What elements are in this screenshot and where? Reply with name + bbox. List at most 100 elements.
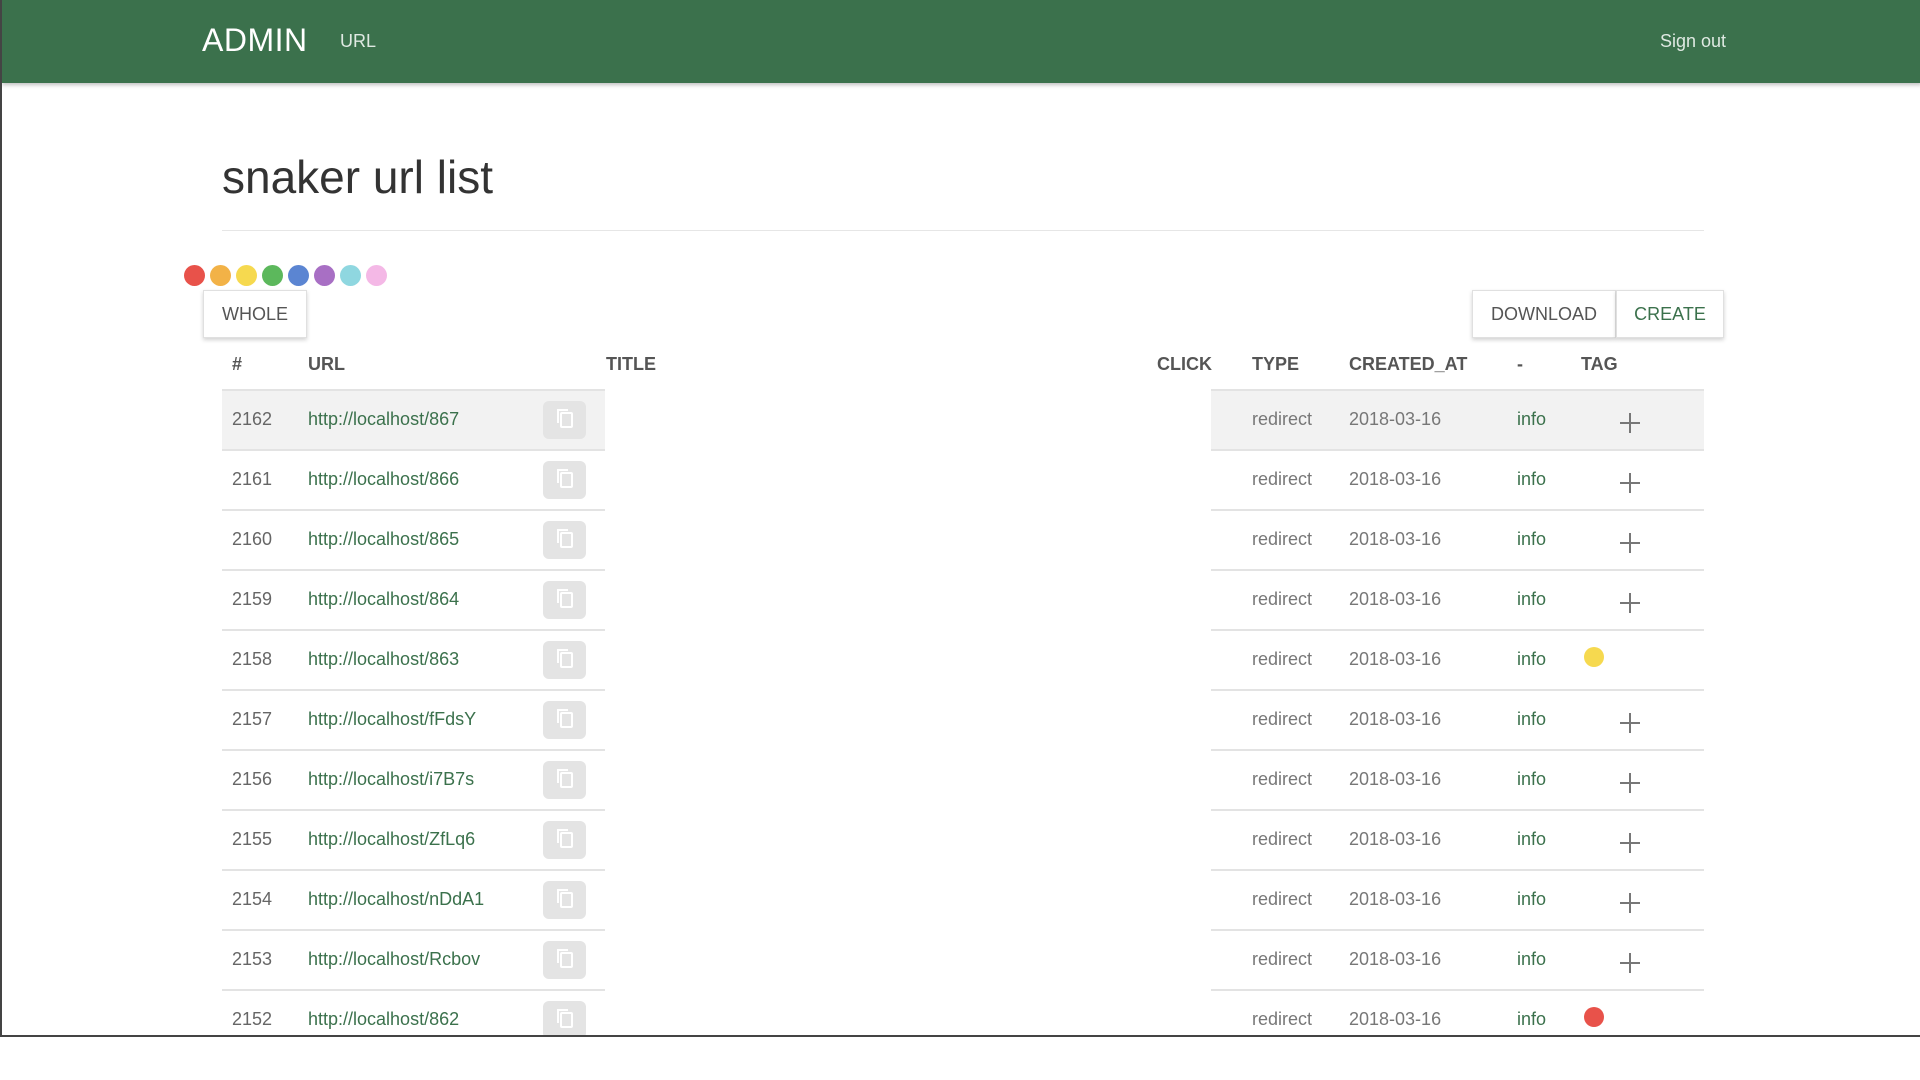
row-type: redirect [1252, 889, 1313, 909]
row-info-link[interactable]: info [1517, 769, 1546, 790]
copy-url-button[interactable] [543, 521, 586, 559]
row-type: redirect [1252, 649, 1313, 669]
row-info-link[interactable]: info [1517, 709, 1546, 730]
copy-icon [555, 647, 575, 674]
row-id: 2162 [232, 409, 273, 429]
row-created-at: 2018-03-16 [1349, 829, 1442, 849]
row-type: redirect [1252, 409, 1313, 429]
add-tag-icon[interactable] [1620, 713, 1640, 733]
row-url-link[interactable]: http://localhost/863 [308, 649, 459, 670]
table-row: 2159 http://localhost/864 redirect 2018-03-… [222, 571, 1704, 631]
add-tag-icon[interactable] [1620, 413, 1640, 433]
row-info-link[interactable]: info [1517, 529, 1546, 550]
row-url-link[interactable]: http://localhost/864 [308, 589, 459, 610]
copy-url-button[interactable] [543, 821, 586, 859]
add-tag-icon[interactable] [1620, 593, 1640, 613]
copy-icon [555, 767, 575, 794]
header-title: TITLE [606, 354, 656, 374]
row-type: redirect [1252, 709, 1313, 729]
add-tag-icon[interactable] [1620, 533, 1640, 553]
row-id: 2160 [232, 529, 273, 549]
row-url-link[interactable]: http://localhost/862 [308, 1009, 459, 1030]
whole-button[interactable]: WHOLE [203, 290, 307, 338]
row-url-link[interactable]: http://localhost/nDdA1 [308, 889, 484, 910]
row-info-link[interactable]: info [1517, 589, 1546, 610]
color-filter-dot[interactable] [288, 265, 309, 286]
table-row: 2156 http://localhost/i7B7s redirect 2018-0… [222, 751, 1704, 811]
color-filter-dot[interactable] [236, 265, 257, 286]
color-filter-dot[interactable] [184, 265, 205, 286]
header-click: CLICK [1157, 354, 1212, 374]
row-created-at: 2018-03-16 [1349, 769, 1442, 789]
copy-icon [555, 467, 575, 494]
create-button[interactable]: CREATE [1616, 290, 1724, 338]
copy-icon [555, 827, 575, 854]
row-created-at: 2018-03-16 [1349, 409, 1442, 429]
copy-url-button[interactable] [543, 761, 586, 799]
color-filter-dot[interactable] [340, 265, 361, 286]
copy-url-button[interactable] [543, 641, 586, 679]
row-url-link[interactable]: http://localhost/865 [308, 529, 459, 550]
copy-url-button[interactable] [543, 461, 586, 499]
tag-dot[interactable] [1584, 647, 1604, 667]
copy-url-button[interactable] [543, 881, 586, 919]
color-filter-dot[interactable] [314, 265, 335, 286]
row-url-link[interactable]: http://localhost/i7B7s [308, 769, 474, 790]
page-title: snaker url list [222, 151, 493, 203]
row-url-link[interactable]: http://localhost/Rcbov [308, 949, 480, 970]
color-filter [184, 265, 387, 287]
tag-dot[interactable] [1584, 1007, 1604, 1027]
row-created-at: 2018-03-16 [1349, 529, 1442, 549]
add-tag-icon[interactable] [1620, 773, 1640, 793]
row-type: redirect [1252, 469, 1313, 489]
add-tag-icon[interactable] [1620, 893, 1640, 913]
add-tag-icon[interactable] [1620, 833, 1640, 853]
row-info-link[interactable]: info [1517, 1009, 1546, 1030]
row-id: 2157 [232, 709, 273, 729]
color-filter-dot[interactable] [366, 265, 387, 286]
row-type: redirect [1252, 949, 1313, 969]
row-id: 2155 [232, 829, 273, 849]
header-dash: - [1517, 354, 1523, 374]
add-tag-icon[interactable] [1620, 953, 1640, 973]
nav-link-url[interactable]: URL [340, 31, 376, 52]
copy-url-button[interactable] [543, 1001, 586, 1035]
copy-url-button[interactable] [543, 941, 586, 979]
table-row: 2155 http://localhost/ZfLq6 redirect 2018-0… [222, 811, 1704, 871]
row-type: redirect [1252, 589, 1313, 609]
row-type: redirect [1252, 1009, 1313, 1029]
table-row: 2153 http://localhost/Rcbov redirect 2018-0… [222, 931, 1704, 991]
row-id: 2161 [232, 469, 273, 489]
row-id: 2154 [232, 889, 273, 909]
copy-icon [555, 887, 575, 914]
row-info-link[interactable]: info [1517, 409, 1546, 430]
row-url-link[interactable]: http://localhost/867 [308, 409, 459, 430]
title-divider [222, 230, 1704, 231]
browser-viewport: ADMIN URL Sign out snaker url list WHOLE… [0, 0, 1920, 1037]
row-type: redirect [1252, 829, 1313, 849]
row-url-link[interactable]: http://localhost/fFdsY [308, 709, 476, 730]
row-url-link[interactable]: http://localhost/866 [308, 469, 459, 490]
row-info-link[interactable]: info [1517, 469, 1546, 490]
row-info-link[interactable]: info [1517, 649, 1546, 670]
color-filter-dot[interactable] [262, 265, 283, 286]
brand-logo[interactable]: ADMIN [202, 22, 308, 59]
top-navbar: ADMIN URL Sign out [2, 0, 1920, 83]
row-type: redirect [1252, 529, 1313, 549]
row-info-link[interactable]: info [1517, 889, 1546, 910]
sign-out-link[interactable]: Sign out [1660, 31, 1726, 52]
download-button[interactable]: DOWNLOAD [1472, 290, 1616, 338]
row-info-link[interactable]: info [1517, 949, 1546, 970]
add-tag-icon[interactable] [1620, 473, 1640, 493]
header-type: TYPE [1252, 354, 1300, 374]
row-id: 2158 [232, 649, 273, 669]
color-filter-dot[interactable] [210, 265, 231, 286]
row-info-link[interactable]: info [1517, 829, 1546, 850]
copy-url-button[interactable] [543, 701, 586, 739]
row-type: redirect [1252, 769, 1313, 789]
copy-url-button[interactable] [543, 401, 586, 439]
row-url-link[interactable]: http://localhost/ZfLq6 [308, 829, 475, 850]
row-created-at: 2018-03-16 [1349, 889, 1442, 909]
row-id: 2159 [232, 589, 273, 609]
copy-url-button[interactable] [543, 581, 586, 619]
